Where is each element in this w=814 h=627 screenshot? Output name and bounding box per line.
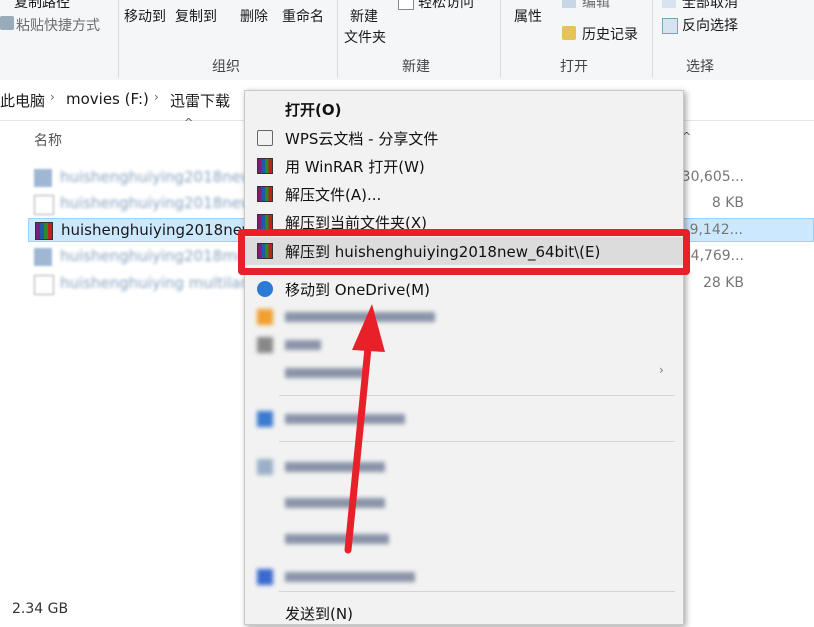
breadcrumb-folder[interactable]: 迅雷下载 [170, 90, 230, 111]
invert-selection-button[interactable]: 反向选择 [682, 15, 738, 35]
winrar-archive-icon [35, 222, 53, 240]
menu-item-obscured-submenu[interactable]: › [245, 359, 683, 387]
file-name: huishenghuiying2018multi [60, 247, 261, 265]
file-size: 28 KB [702, 275, 744, 291]
new-group-label: 新建 [402, 59, 430, 75]
obscured-label [285, 312, 435, 322]
menu-item-extract-files[interactable]: 解压文件(A)... [245, 180, 683, 208]
new-folder-button[interactable]: 新建 [350, 6, 378, 26]
menu-item-open[interactable]: 打开(O) [245, 95, 683, 123]
select-all-icon [662, 0, 676, 8]
menu-item-obscured[interactable] [245, 453, 683, 481]
breadcrumb-drive[interactable]: movies (F:) [66, 90, 149, 108]
select-group-label: 选择 [686, 59, 714, 75]
open-group-label: 打开 [560, 59, 588, 75]
menu-item-obscured[interactable] [245, 489, 683, 517]
obscured-label [285, 368, 365, 378]
menu-item-label: 打开(O) [285, 101, 342, 119]
file-icon [34, 248, 52, 266]
ribbon-toolbar: 复制路径 粘贴快捷方式 移动到 复制到 删除 重命名 组织 新建 文件夹 轻松访… [0, 0, 814, 81]
menu-item-send-to[interactable]: 发送到(N) [245, 599, 683, 627]
menu-item-label: 解压文件(A)... [285, 186, 382, 204]
menu-item-label: WPS云文档 - 分享文件 [285, 130, 439, 148]
app-icon [257, 569, 273, 585]
menu-item-obscured[interactable] [245, 331, 683, 359]
winrar-icon [257, 186, 273, 202]
file-name: huishenghuiying2018new [61, 221, 255, 239]
menu-item-wps-share[interactable]: WPS云文档 - 分享文件 [245, 124, 683, 152]
paste-shortcut-button[interactable]: 粘贴快捷方式 [16, 15, 100, 35]
file-size: 8 KB [711, 195, 744, 211]
menu-item-obscured[interactable] [245, 525, 683, 553]
app-icon [257, 337, 273, 353]
obscured-label [285, 572, 415, 582]
file-name: huishenghuiying multilang [60, 274, 260, 292]
copy-to-button[interactable]: 复制到 [175, 6, 217, 26]
menu-item-obscured[interactable] [245, 303, 683, 331]
file-icon [34, 275, 54, 295]
context-menu: 打开(O) WPS云文档 - 分享文件 用 WinRAR 打开(W) 解压文件(… [244, 90, 684, 625]
obscured-label [285, 534, 389, 544]
menu-separator [279, 591, 675, 592]
copy-path-button[interactable]: 复制路径 [14, 0, 70, 12]
breadcrumb-this-pc[interactable]: 此电脑 [0, 90, 45, 111]
chevron-right-icon: › [659, 363, 664, 377]
delete-button[interactable]: 删除 [240, 6, 268, 26]
invert-selection-icon [662, 18, 678, 34]
menu-item-obscured[interactable] [245, 563, 683, 591]
history-button[interactable]: 历史记录 [582, 24, 638, 44]
menu-item-move-to-onedrive[interactable]: 移动到 OneDrive(M) [245, 275, 683, 303]
column-header-name[interactable]: 名称 [34, 130, 62, 150]
status-bar-size: 2.34 GB [12, 601, 69, 617]
app-icon [257, 459, 273, 475]
highlight-annotation-box [238, 229, 690, 275]
menu-item-label: 移动到 OneDrive(M) [285, 281, 430, 299]
group-divider [500, 0, 501, 78]
menu-item-obscured[interactable] [245, 405, 683, 433]
group-divider [337, 0, 338, 78]
menu-item-label: 发送到(N) [285, 605, 353, 623]
file-icon [34, 195, 54, 215]
menu-item-label: 用 WinRAR 打开(W) [285, 158, 425, 176]
rename-button[interactable]: 重命名 [282, 6, 324, 26]
file-size: 4,769... [690, 248, 744, 264]
file-icon [34, 169, 52, 187]
group-divider [652, 0, 653, 78]
sort-up-icon[interactable]: ^ [184, 116, 193, 129]
file-size: 30,605... [681, 169, 744, 185]
obscured-label [285, 340, 321, 350]
file-name: huishenghuiying2018new [60, 194, 254, 212]
chevron-right-icon[interactable]: › [50, 90, 55, 104]
menu-separator [279, 395, 675, 396]
obscured-label [285, 498, 385, 508]
app-icon [257, 411, 273, 427]
edit-icon [562, 0, 576, 8]
file-size: 9,142... [689, 222, 743, 238]
select-none-button[interactable]: 全部取消 [682, 0, 738, 12]
chevron-right-icon[interactable]: › [154, 90, 159, 104]
easy-access-button[interactable]: 轻松访问 [418, 0, 474, 12]
properties-button[interactable]: 属性 [514, 6, 542, 26]
menu-separator [279, 441, 675, 442]
winrar-icon [257, 214, 273, 230]
move-to-button[interactable]: 移动到 [124, 6, 166, 26]
share-icon [257, 130, 273, 146]
new-folder-button-line2[interactable]: 文件夹 [344, 27, 386, 47]
paste-shortcut-icon [0, 16, 14, 30]
easy-access-icon [398, 0, 414, 10]
menu-item-open-with-winrar[interactable]: 用 WinRAR 打开(W) [245, 152, 683, 180]
edit-button[interactable]: 编辑 [582, 0, 610, 12]
obscured-label [285, 462, 385, 472]
group-divider [118, 0, 119, 78]
organize-group-label: 组织 [212, 59, 240, 75]
app-icon [257, 309, 273, 325]
onedrive-icon [257, 281, 273, 297]
winrar-icon [257, 158, 273, 174]
history-icon [562, 26, 576, 40]
obscured-label [285, 414, 405, 424]
